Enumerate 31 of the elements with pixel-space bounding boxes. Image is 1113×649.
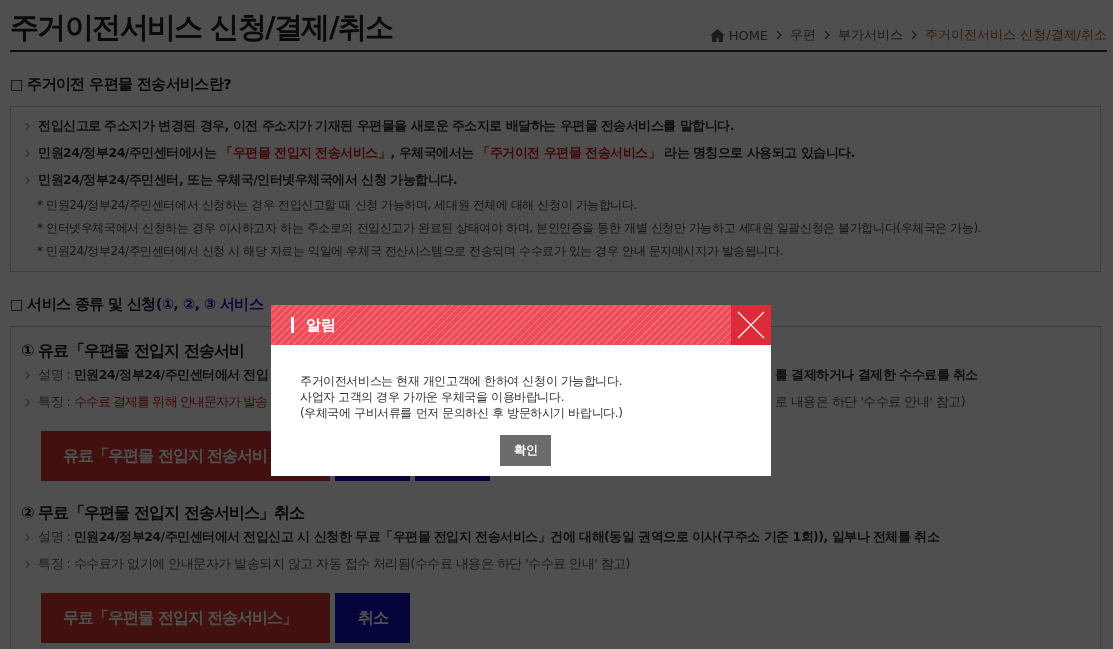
description-text: 를 결제하거나 결제한 수수료를 취소	[774, 367, 978, 384]
confirm-button[interactable]: 확인	[500, 435, 551, 466]
page-title: 주거이전서비스 신청/결제/취소	[10, 9, 393, 46]
close-icon	[737, 311, 765, 339]
bullet-text: 민원24/정부24/주민센터, 또는 우체국/인터넷우체국에서 신청 가능합니다.	[38, 172, 457, 189]
chevron-icon	[776, 30, 783, 40]
service-heading: ② 무료「우편물 전입지 전송서비스」취소	[21, 502, 306, 524]
section-hint: (①, ②, ③ 서비스	[155, 295, 264, 314]
dialog-message: (우체국에 구비서류를 먼저 문의하신 후 방문하시기 바랍니다.)	[300, 405, 624, 421]
chevron-icon	[25, 122, 30, 131]
chevron-icon	[25, 533, 30, 542]
chevron-icon	[824, 30, 831, 40]
chevron-icon	[25, 149, 30, 158]
bullet-text: 전입신고로 주소지가 변경된 경우, 이전 주소지가 기재된 우편물을 새로운 주소지로 배달하는 우편물 전송서비스를 말합니다.	[38, 118, 735, 135]
section-heading: 주거이전 우편물 전송서비스란?	[27, 75, 232, 94]
section-heading: 서비스 종류 및 신청	[27, 295, 156, 314]
checkbox-glyph: □	[10, 75, 24, 94]
chevron-icon	[911, 30, 918, 40]
close-button[interactable]	[731, 305, 771, 345]
chevron-icon	[25, 176, 30, 185]
dialog-title: 알림	[306, 315, 336, 335]
bullet-text: 민원24/정부24/주민센터에서는 「우편물 전입지 전송서비스」, 우체국에서는 「주거이전 우편물 전송서비스」 라는 명칭으로 사용되고 있습니다.	[38, 145, 855, 162]
breadcrumb-link[interactable]: 주거이전서비스 신청/결제/취소	[925, 26, 1107, 44]
checkbox-glyph: □	[10, 295, 24, 314]
chevron-icon	[25, 560, 30, 569]
dialog-message: 주거이전서비스는 현재 개인고객에 한하여 신청이 가능합니다.	[300, 373, 624, 389]
dialog-message: 사업자 고객의 경우 가까운 우체국을 이용바랍니다.	[300, 389, 566, 405]
chevron-icon	[25, 371, 30, 380]
service-heading: ① 유료「우편물 전입지 전송서비	[21, 340, 245, 362]
chevron-icon	[25, 398, 30, 407]
service-button[interactable]: 취소	[335, 593, 410, 643]
